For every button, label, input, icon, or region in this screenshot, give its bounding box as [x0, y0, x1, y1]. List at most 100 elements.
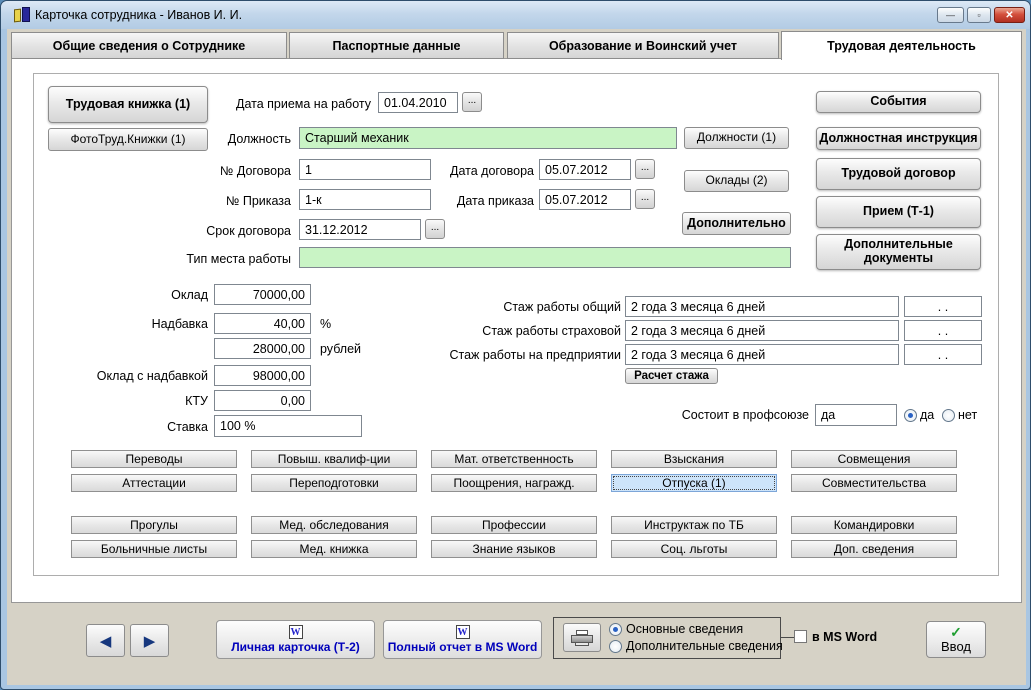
- tab-education-military[interactable]: Образование и Воинский учет: [507, 32, 779, 59]
- print-additional-info-label: Дополнительные сведения: [626, 639, 783, 653]
- grid-button-transfers[interactable]: Переводы: [71, 450, 237, 468]
- app-window: Карточка сотрудника - Иванов И. И. — ▫ ✕…: [0, 0, 1031, 690]
- print-main-info-radio[interactable]: [609, 623, 622, 636]
- grid-button-med-exams[interactable]: Мед. обследования: [251, 516, 417, 534]
- ms-word-icon: W: [289, 625, 303, 639]
- green-check-icon: ✓: [950, 625, 962, 640]
- contract-date-label: Дата договора: [444, 164, 534, 178]
- next-employee-button[interactable]: ▶: [130, 624, 169, 657]
- union-yes-label: да: [920, 408, 934, 422]
- grid-button-additional-info[interactable]: Доп. сведения: [791, 540, 957, 558]
- order-date-input[interactable]: 05.07.2012: [539, 189, 631, 210]
- group-connector-line: [781, 637, 794, 638]
- grid-button-languages[interactable]: Знание языков: [431, 540, 597, 558]
- in-ms-word-label: в MS Word: [812, 630, 877, 644]
- experience-total-date-input[interactable]: . .: [904, 296, 982, 317]
- grid-button-business-trips[interactable]: Командировки: [791, 516, 957, 534]
- grid-button-liability[interactable]: Мат. ответственность: [431, 450, 597, 468]
- salary-input[interactable]: 70000,00: [214, 284, 311, 305]
- grid-button-attestations[interactable]: Аттестации: [71, 474, 237, 492]
- print-button[interactable]: [563, 623, 601, 652]
- close-button[interactable]: ✕: [994, 7, 1025, 23]
- order-no-label: № Приказа: [201, 194, 291, 208]
- ktu-label: КТУ: [151, 394, 208, 408]
- hire-date-label: Дата приема на работу: [211, 97, 371, 111]
- window-title: Карточка сотрудника - Иванов И. И.: [35, 8, 242, 22]
- grid-button-absences[interactable]: Прогулы: [71, 516, 237, 534]
- grid-button-retraining[interactable]: Переподготовки: [251, 474, 417, 492]
- print-main-info-label: Основные сведения: [626, 622, 743, 636]
- contract-date-input[interactable]: 05.07.2012: [539, 159, 631, 180]
- grid-button-professions[interactable]: Профессии: [431, 516, 597, 534]
- rate-input[interactable]: 100 %: [214, 415, 362, 437]
- full-report-word-label: Полный отчет в MS Word: [388, 640, 538, 654]
- full-report-word-button[interactable]: W Полный отчет в MS Word: [383, 620, 542, 659]
- events-button[interactable]: События: [816, 91, 981, 113]
- calc-experience-button[interactable]: Расчет стажа: [625, 368, 718, 384]
- additional-button[interactable]: Дополнительно: [682, 212, 791, 235]
- union-input[interactable]: да: [815, 404, 897, 426]
- grid-button-safety-training[interactable]: Инструктаж по ТБ: [611, 516, 777, 534]
- order-no-input[interactable]: 1-к: [299, 189, 431, 210]
- grid-button-awards[interactable]: Поощрения, награжд.: [431, 474, 597, 492]
- contract-term-browse-button[interactable]: ...: [425, 219, 445, 239]
- right-arrow-icon: ▶: [144, 632, 156, 650]
- hire-date-input[interactable]: 01.04.2010: [378, 92, 458, 113]
- minimize-button[interactable]: —: [937, 7, 964, 23]
- work-book-button[interactable]: Трудовая книжка (1): [48, 86, 208, 123]
- position-input[interactable]: Старший механик: [299, 127, 677, 149]
- salary-with-bonus-label: Оклад с надбавкой: [86, 369, 208, 383]
- bonus-label: Надбавка: [111, 317, 208, 331]
- additional-docs-button[interactable]: Дополнительные документы: [816, 234, 981, 270]
- previous-employee-button[interactable]: ◀: [86, 624, 125, 657]
- in-ms-word-checkbox[interactable]: [794, 630, 807, 643]
- positions-button[interactable]: Должности (1): [684, 127, 789, 149]
- order-date-label: Дата приказа: [444, 194, 534, 208]
- personal-card-t2-button[interactable]: W Личная карточка (Т-2): [216, 620, 375, 659]
- experience-insured-label: Стаж работы страховой: [456, 324, 621, 338]
- print-additional-info-radio[interactable]: [609, 640, 622, 653]
- contract-no-input[interactable]: 1: [299, 159, 431, 180]
- workplace-type-label: Тип места работы: [181, 252, 291, 266]
- hire-date-browse-button[interactable]: ...: [462, 92, 482, 112]
- contract-term-label: Срок договора: [191, 224, 291, 238]
- bonus-percent-unit: %: [320, 317, 331, 331]
- ktu-input[interactable]: 0,00: [214, 390, 311, 411]
- enter-button[interactable]: ✓ Ввод: [926, 621, 986, 658]
- experience-total-input[interactable]: 2 года 3 месяца 6 дней: [625, 296, 899, 317]
- grid-button-qualification[interactable]: Повыш. квалиф-ции: [251, 450, 417, 468]
- grid-button-second-jobs[interactable]: Совместительства: [791, 474, 957, 492]
- maximize-button[interactable]: ▫: [967, 7, 991, 23]
- experience-insured-date-input[interactable]: . .: [904, 320, 982, 341]
- grid-button-sick-leaves[interactable]: Больничные листы: [71, 540, 237, 558]
- union-no-radio[interactable]: [942, 409, 955, 422]
- bonus-rubles-unit: рублей: [320, 342, 361, 356]
- tab-passport-data[interactable]: Паспортные данные: [289, 32, 504, 59]
- bonus-percent-input[interactable]: 40,00: [214, 313, 311, 334]
- grid-button-penalties[interactable]: Взыскания: [611, 450, 777, 468]
- work-book-photos-button[interactable]: ФотоТруд.Книжки (1): [48, 128, 208, 151]
- grid-button-social-benefits[interactable]: Соц. льготы: [611, 540, 777, 558]
- contract-term-input[interactable]: 31.12.2012: [299, 219, 421, 240]
- salary-label: Оклад: [121, 288, 208, 302]
- hire-t1-button[interactable]: Прием (Т-1): [816, 196, 981, 228]
- rate-label: Ставка: [141, 420, 208, 434]
- grid-button-vacations[interactable]: Отпуска (1): [611, 474, 777, 492]
- contract-date-browse-button[interactable]: ...: [635, 159, 655, 179]
- workplace-type-input[interactable]: [299, 247, 791, 268]
- grid-button-med-book[interactable]: Мед. книжка: [251, 540, 417, 558]
- labor-contract-button[interactable]: Трудовой договор: [816, 158, 981, 190]
- job-instruction-button[interactable]: Должностная инструкция: [816, 127, 981, 150]
- experience-company-date-input[interactable]: . .: [904, 344, 982, 365]
- tab-general-info[interactable]: Общие сведения о Сотруднике: [11, 32, 287, 59]
- order-date-browse-button[interactable]: ...: [635, 189, 655, 209]
- experience-company-input[interactable]: 2 года 3 месяца 6 дней: [625, 344, 899, 365]
- salaries-button[interactable]: Оклады (2): [684, 170, 789, 192]
- bonus-rubles-input[interactable]: 28000,00: [214, 338, 311, 359]
- union-yes-radio[interactable]: [904, 409, 917, 422]
- grid-button-combinations[interactable]: Совмещения: [791, 450, 957, 468]
- title-bar[interactable]: Карточка сотрудника - Иванов И. И. — ▫ ✕: [1, 1, 1030, 29]
- tab-labor-activity[interactable]: Трудовая деятельность: [781, 31, 1022, 60]
- experience-insured-input[interactable]: 2 года 3 месяца 6 дней: [625, 320, 899, 341]
- salary-with-bonus-input[interactable]: 98000,00: [214, 365, 311, 386]
